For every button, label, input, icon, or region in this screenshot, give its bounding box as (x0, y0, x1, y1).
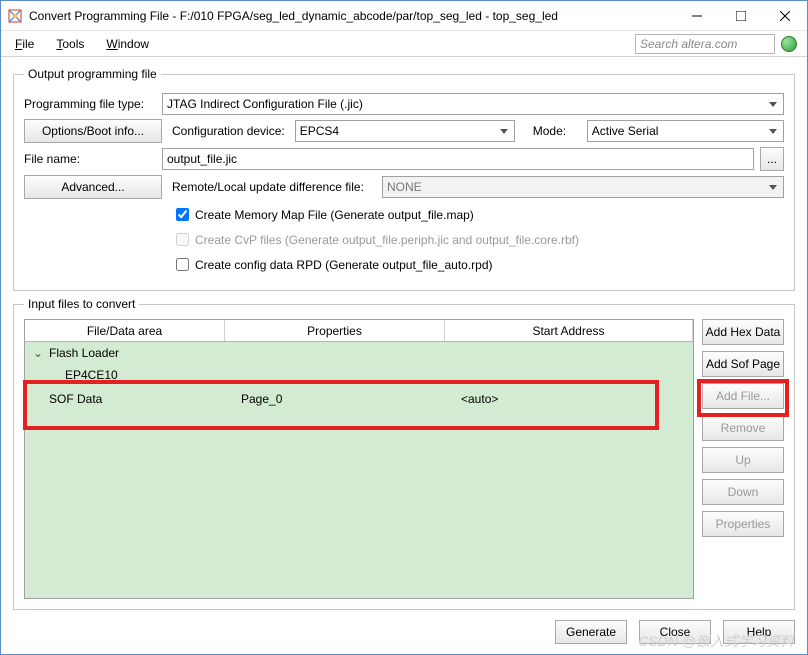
options-boot-button[interactable]: Options/Boot info... (24, 119, 162, 143)
create-cvp-check: Create CvP files (Generate output_file.p… (172, 230, 784, 249)
create-cvp-checkbox (176, 233, 189, 246)
close-button[interactable] (763, 1, 807, 31)
up-button[interactable]: Up (702, 447, 784, 473)
output-legend: Output programming file (24, 67, 161, 81)
help-button[interactable]: Help (723, 620, 795, 644)
search-input[interactable]: Search altera.com (635, 34, 775, 54)
window-controls (675, 1, 807, 31)
generate-button[interactable]: Generate (555, 620, 627, 644)
remote-combo: NONE (382, 176, 784, 198)
app-icon (7, 8, 23, 24)
browse-button[interactable]: ... (760, 147, 784, 171)
bottom-buttons: Generate Close Help (13, 620, 795, 644)
row-flash-loader[interactable]: ⌄ Flash Loader (25, 342, 693, 364)
row-device[interactable]: EP4CE10 (25, 364, 693, 386)
menu-window[interactable]: Window (106, 37, 149, 51)
advanced-button[interactable]: Advanced... (24, 175, 162, 199)
down-button[interactable]: Down (702, 479, 784, 505)
create-rpd-checkbox[interactable] (176, 258, 189, 271)
file-type-combo[interactable]: JTAG Indirect Configuration File (.jic) (162, 93, 784, 115)
remote-label: Remote/Local update difference file: (172, 180, 382, 194)
menu-file[interactable]: File (15, 37, 34, 51)
file-name-label: File name: (24, 152, 162, 166)
mode-combo[interactable]: Active Serial (587, 120, 784, 142)
col-properties: Properties (225, 320, 445, 341)
row-sof-data[interactable]: SOF Data Page_0 <auto> (25, 388, 693, 410)
app-window: Convert Programming File - F:/010 FPGA/s… (0, 0, 808, 655)
col-file-data: File/Data area (25, 320, 225, 341)
properties-button[interactable]: Properties (702, 511, 784, 537)
col-start-address: Start Address (445, 320, 693, 341)
close-dialog-button[interactable]: Close (639, 620, 711, 644)
mode-label: Mode: (533, 124, 587, 138)
input-tree[interactable]: File/Data area Properties Start Address … (24, 319, 694, 599)
input-legend: Input files to convert (24, 297, 139, 311)
config-device-label: Configuration device: (172, 124, 285, 138)
create-rpd-check[interactable]: Create config data RPD (Generate output_… (172, 255, 784, 274)
create-memory-map-check[interactable]: Create Memory Map File (Generate output_… (172, 205, 784, 224)
menubar: File Tools Window Search altera.com (1, 31, 807, 57)
file-name-input[interactable]: output_file.jic (162, 148, 754, 170)
remove-button[interactable]: Remove (702, 415, 784, 441)
window-title: Convert Programming File - F:/010 FPGA/s… (29, 9, 675, 23)
maximize-button[interactable] (719, 1, 763, 31)
output-group: Output programming file Programming file… (13, 67, 795, 291)
titlebar: Convert Programming File - F:/010 FPGA/s… (1, 1, 807, 31)
input-group: Input files to convert File/Data area Pr… (13, 297, 795, 610)
menu-tools[interactable]: Tools (56, 37, 84, 51)
chevron-down-icon[interactable]: ⌄ (33, 346, 43, 360)
config-device-combo[interactable]: EPCS4 (295, 120, 515, 142)
file-type-label: Programming file type: (24, 97, 162, 111)
add-file-button[interactable]: Add File... (702, 383, 784, 409)
tree-header: File/Data area Properties Start Address (25, 320, 693, 342)
minimize-button[interactable] (675, 1, 719, 31)
side-buttons: Add Hex Data Add Sof Page Add File... Re… (702, 319, 784, 599)
content: Output programming file Programming file… (1, 57, 807, 654)
tree-body: ⌄ Flash Loader EP4CE10 SOF Data Page_0 <… (25, 342, 693, 598)
add-sof-button[interactable]: Add Sof Page (702, 351, 784, 377)
add-hex-button[interactable]: Add Hex Data (702, 319, 784, 345)
globe-icon[interactable] (781, 36, 797, 52)
create-memory-map-checkbox[interactable] (176, 208, 189, 221)
